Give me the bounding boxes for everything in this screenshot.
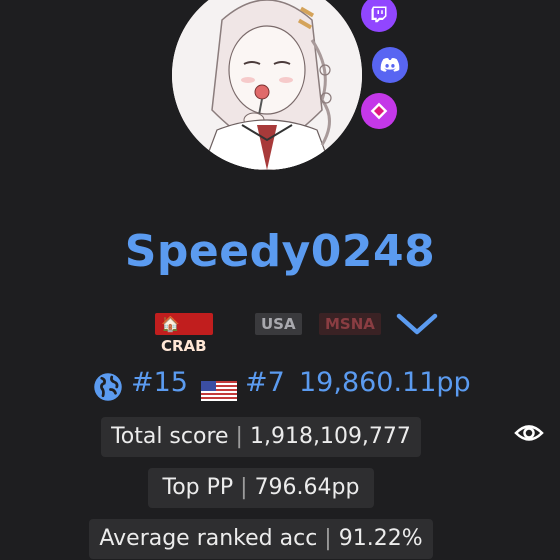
stat-label: Average ranked acc xyxy=(99,526,318,551)
stat-separator: | xyxy=(228,424,250,449)
stat-value: 1,918,109,777 xyxy=(249,424,411,449)
chevron-down-icon xyxy=(396,313,438,335)
avatar[interactable] xyxy=(172,0,362,170)
eye-icon xyxy=(514,425,544,441)
us-flag-icon xyxy=(201,377,237,408)
total-score-stat: Total score | 1,918,109,777 xyxy=(101,417,421,457)
clan-tag-usa[interactable]: USA xyxy=(255,313,302,335)
username: Speedy0248 xyxy=(124,226,436,277)
twitch-icon xyxy=(371,6,387,23)
expand-clans-button[interactable] xyxy=(395,310,439,342)
beatleader-link[interactable] xyxy=(361,93,397,129)
stat-separator: | xyxy=(317,526,339,551)
clan-tag-label: USA xyxy=(261,315,296,333)
stat-separator: | xyxy=(233,475,255,500)
pp-total: 19,860.11pp xyxy=(299,367,471,398)
stat-label: Total score xyxy=(111,424,229,449)
beatleader-icon xyxy=(370,102,388,120)
discord-link[interactable] xyxy=(372,47,408,83)
toggle-visibility-button[interactable] xyxy=(514,420,544,450)
clan-tag-label: CRAB xyxy=(161,337,207,355)
average-acc-stat: Average ranked acc | 91.22% xyxy=(89,519,433,559)
discord-icon xyxy=(380,58,400,72)
global-rank[interactable]: #15 xyxy=(131,367,188,398)
globe-icon xyxy=(93,372,123,409)
avatar-illustration xyxy=(172,0,362,170)
stat-value: 91.22% xyxy=(338,526,423,551)
country-rank[interactable]: #7 xyxy=(245,367,285,398)
clan-tag-label: MSNA xyxy=(325,315,375,333)
twitch-link[interactable] xyxy=(361,0,397,32)
stat-label: Top PP xyxy=(162,475,234,500)
top-pp-stat: Top PP | 796.64pp xyxy=(148,468,374,508)
clan-tag-msna[interactable]: MSNA xyxy=(319,313,381,335)
house-icon: 🏠 xyxy=(161,315,180,333)
clan-tag-crab[interactable]: 🏠 CRAB xyxy=(155,313,213,355)
stat-value: 796.64pp xyxy=(254,475,360,500)
